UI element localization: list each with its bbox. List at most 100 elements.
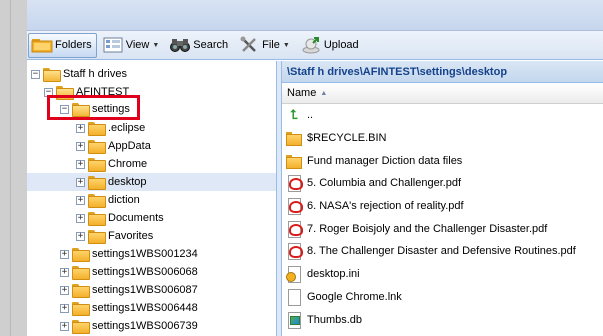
upload-button[interactable]: Upload xyxy=(297,33,364,58)
tree-node-settings1wbs006739[interactable]: + settings1WBS006739 xyxy=(27,317,276,335)
folder-icon xyxy=(88,140,106,154)
file-name: 6. NASA's rejection of reality.pdf xyxy=(307,200,464,213)
name-column-label: Name xyxy=(287,87,317,99)
tree-node-appdata[interactable]: + AppData xyxy=(27,137,276,155)
folder-icon xyxy=(88,194,106,208)
tree-node-favorites[interactable]: + Favorites xyxy=(27,227,276,245)
tree-node-eclipse[interactable]: + .eclipse xyxy=(27,119,276,137)
file-name: 5. Columbia and Challenger.pdf xyxy=(307,177,462,190)
file-row[interactable]: 6. NASA's rejection of reality.pdf xyxy=(282,195,603,218)
file-name: desktop.ini xyxy=(307,268,360,281)
file-name: $RECYCLE.BIN xyxy=(307,132,387,145)
folder-icon xyxy=(72,284,90,298)
gutter-divider xyxy=(10,0,11,336)
file-row[interactable]: Fund manager Diction data files xyxy=(282,149,603,172)
expand-icon[interactable]: + xyxy=(60,267,69,277)
name-column-header[interactable]: Name ▲ xyxy=(282,83,603,104)
tree-node-label: AppData xyxy=(108,140,151,152)
tree-node-label: diction xyxy=(108,194,140,206)
file-row[interactable]: desktop.ini xyxy=(282,263,603,286)
tree-node-chrome[interactable]: + Chrome xyxy=(27,155,276,173)
tree-node-label: Favorites xyxy=(108,230,154,242)
folders-label: Folders xyxy=(55,39,92,51)
file-row[interactable]: Google Chrome.lnk xyxy=(282,286,603,309)
search-button[interactable]: Search xyxy=(166,33,233,58)
tree-node-documents[interactable]: + Documents xyxy=(27,209,276,227)
header-band xyxy=(27,0,603,31)
pdf-icon xyxy=(286,175,303,193)
tree-node-staff-h-drives[interactable]: − Staff h drives xyxy=(27,65,276,83)
expand-icon[interactable]: + xyxy=(76,141,85,151)
expand-icon[interactable]: + xyxy=(60,321,69,331)
tools-icon xyxy=(238,36,260,54)
folder-icon xyxy=(286,130,302,147)
file-row-parent[interactable]: ⮤ .. xyxy=(282,104,603,127)
view-label: View xyxy=(125,39,150,51)
folders-button[interactable]: Folders xyxy=(28,32,97,58)
chevron-down-icon: ▼ xyxy=(152,41,160,49)
expand-icon[interactable]: + xyxy=(76,123,85,133)
expand-icon[interactable]: + xyxy=(76,195,85,205)
file-name: Thumbs.db xyxy=(307,313,363,326)
file-name: Google Chrome.lnk xyxy=(307,290,402,303)
tree-node-label: .eclipse xyxy=(108,122,146,134)
file-name: 7. Roger Boisjoly and the Challenger Dis… xyxy=(307,222,548,235)
tree-node-label: Documents xyxy=(108,212,164,224)
collapse-icon[interactable]: − xyxy=(31,69,40,79)
folder-icon xyxy=(72,266,90,280)
folders-icon xyxy=(31,36,53,54)
folder-open-icon xyxy=(43,68,61,82)
view-button[interactable]: View ▼ xyxy=(99,33,165,58)
folder-icon xyxy=(88,230,106,244)
file-row[interactable]: 5. Columbia and Challenger.pdf xyxy=(282,172,603,195)
expand-icon[interactable]: + xyxy=(76,231,85,241)
folder-icon xyxy=(72,302,90,316)
tree-node-label: settings1WBS001234 xyxy=(92,248,198,260)
file-label: File xyxy=(262,39,280,51)
tree-node-label: settings1WBS006739 xyxy=(92,320,198,332)
tree-node-label: desktop xyxy=(108,176,147,188)
expand-icon[interactable]: + xyxy=(76,213,85,223)
file-name: 8. The Challenger Disaster and Defensive… xyxy=(307,245,576,258)
file-name: Fund manager Diction data files xyxy=(307,154,463,167)
tree-node-label: settings1WBS006068 xyxy=(92,266,198,278)
binoculars-icon xyxy=(169,36,191,54)
document-icon xyxy=(286,288,302,306)
pdf-icon xyxy=(286,220,303,238)
file-row[interactable]: Thumbs.db xyxy=(282,308,603,331)
database-file-icon xyxy=(286,311,302,329)
file-button[interactable]: File ▼ xyxy=(235,33,295,58)
tree-node-settings1wbs006068[interactable]: + settings1WBS006068 xyxy=(27,263,276,281)
tree-node-settings1wbs001234[interactable]: + settings1WBS001234 xyxy=(27,245,276,263)
sort-ascending-icon: ▲ xyxy=(320,89,328,97)
expand-icon[interactable]: + xyxy=(60,249,69,259)
pdf-icon xyxy=(286,243,303,261)
expand-icon[interactable]: + xyxy=(60,285,69,295)
tree-node-label: Staff h drives xyxy=(63,68,127,80)
toolbar: Folders View ▼ Search File ▼ Upload xyxy=(27,31,603,60)
left-gutter xyxy=(0,0,27,336)
current-path: \Staff h drives\AFINTEST\settings\deskto… xyxy=(282,61,603,83)
upload-label: Upload xyxy=(323,39,359,51)
expand-icon[interactable]: + xyxy=(76,159,85,169)
pdf-icon xyxy=(286,198,303,216)
tree-node-settings1wbs006448[interactable]: + settings1WBS006448 xyxy=(27,299,276,317)
folder-icon xyxy=(88,212,106,226)
tree-node-settings1wbs006087[interactable]: + settings1WBS006087 xyxy=(27,281,276,299)
expand-icon[interactable]: + xyxy=(60,303,69,313)
file-name: .. xyxy=(307,109,314,122)
folder-icon xyxy=(72,248,90,262)
upload-icon xyxy=(300,36,322,54)
file-row[interactable]: 7. Roger Boisjoly and the Challenger Dis… xyxy=(282,217,603,240)
folder-icon xyxy=(88,176,106,190)
search-label: Search xyxy=(193,39,229,51)
tree-node-desktop[interactable]: + desktop xyxy=(27,173,276,191)
tree-node-diction[interactable]: + diction xyxy=(27,191,276,209)
file-row[interactable]: $RECYCLE.BIN xyxy=(282,127,603,150)
file-row[interactable]: 8. The Challenger Disaster and Defensive… xyxy=(282,240,603,263)
folder-icon xyxy=(286,153,302,169)
view-grid-icon xyxy=(102,36,124,54)
settings-file-icon xyxy=(286,266,302,284)
expand-icon[interactable]: + xyxy=(76,177,85,187)
folder-icon xyxy=(72,320,90,334)
